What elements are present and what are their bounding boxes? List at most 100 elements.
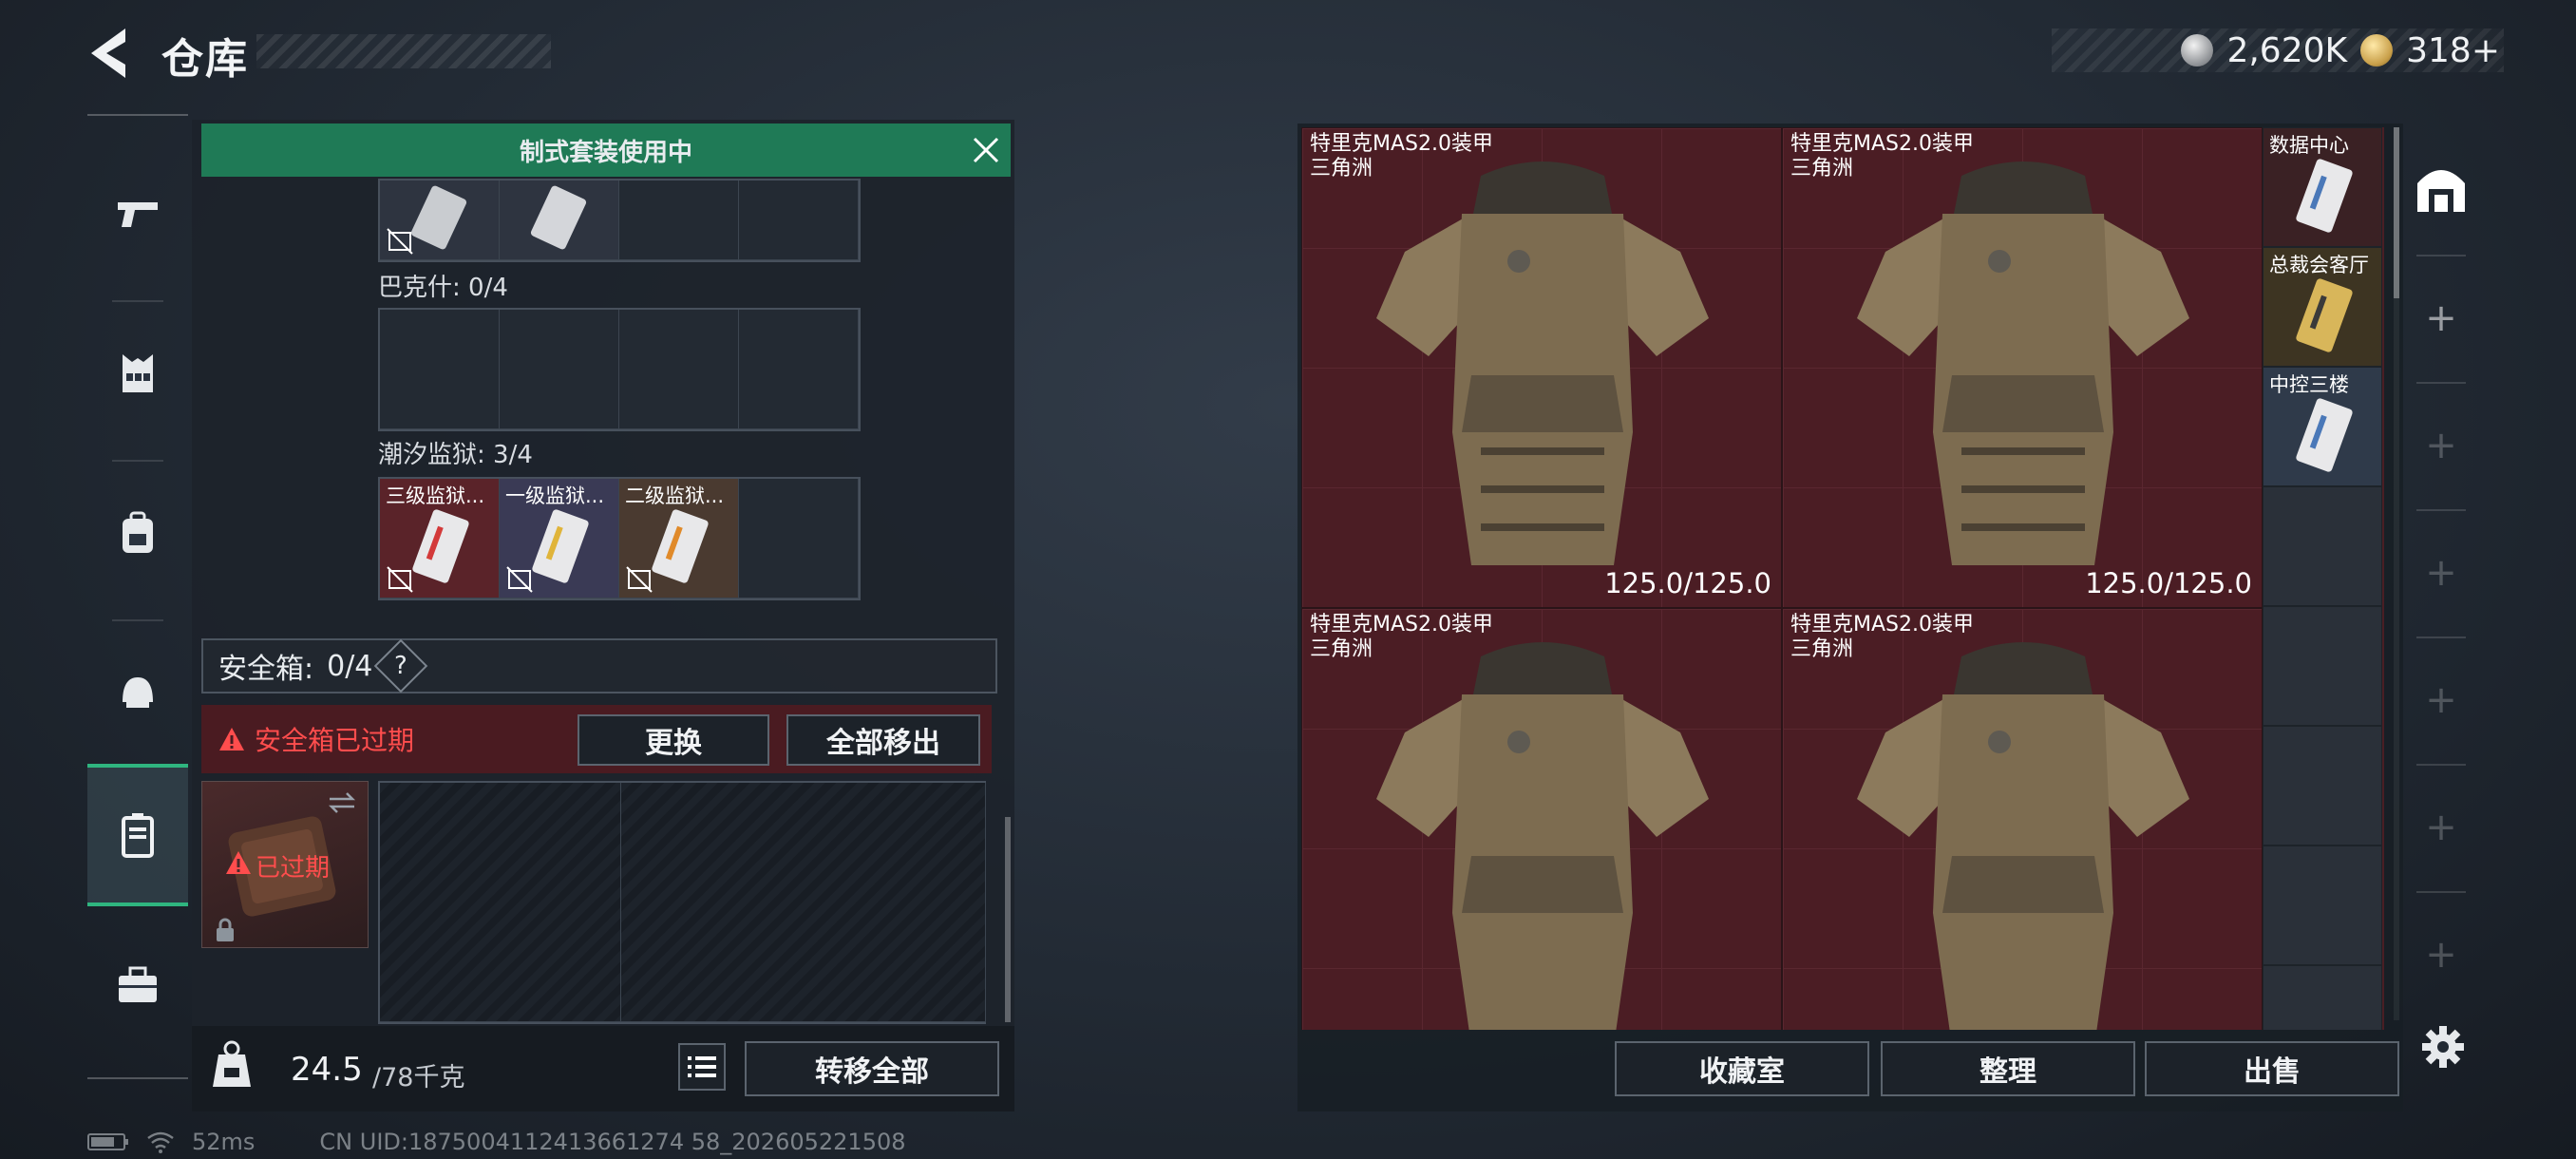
page-title: 仓库 [161,35,249,84]
gear-icon[interactable] [2420,1024,2466,1070]
key-card[interactable] [500,180,619,260]
gold-coin-amount[interactable]: 318+ [2406,31,2500,70]
armor-item[interactable]: 特里克MAS2.0装甲 三角洲 125.0/125.0 [1782,127,2263,608]
stash-scroll-thumb[interactable] [2394,127,2399,298]
empty-slot[interactable] [2263,606,2382,726]
equipment-nav [87,114,188,1079]
help-button[interactable]: ? [374,638,428,694]
keycard-icon [2296,159,2353,233]
stash-tab-add[interactable]: + [2407,766,2475,889]
body-armor-icon [1376,642,1709,1030]
keycard-icon [532,509,589,583]
plus-icon: + [2425,678,2457,722]
no-drop-icon [626,566,653,593]
key-grid-bakhsh [378,308,861,431]
warning-icon [219,728,244,750]
replace-button[interactable]: 更换 [578,714,769,766]
stash-tab-add[interactable]: + [2407,638,2475,762]
keycard-icon [530,185,587,250]
empty-slot[interactable] [619,310,739,429]
plus-icon: + [2425,933,2457,977]
key-card[interactable]: 数据中心 [2263,127,2382,247]
safebox-expired-text: 安全箱已过期 [255,725,415,756]
empty-slot[interactable] [2263,486,2382,606]
key-grid-top [378,179,861,262]
battery-icon [87,1133,128,1150]
key-card[interactable]: 二级监狱... [619,479,739,598]
safebox-label: 安全箱: [218,653,314,686]
armor-durability: 125.0/125.0 [1604,567,1771,599]
empty-slot[interactable] [380,310,500,429]
safebox-item[interactable]: 已过期 [201,781,369,948]
key-card[interactable] [380,180,500,260]
keycard-icon [652,509,709,583]
move-all-out-button[interactable]: 全部移出 [786,714,980,766]
safebox-count: 0/4 [327,649,373,683]
stash-tab-main[interactable] [2407,124,2475,253]
empty-slot[interactable] [2263,965,2382,1030]
back-icon[interactable] [87,27,135,80]
swap-icon[interactable] [328,791,356,814]
plus-icon: + [2425,296,2457,340]
key-card[interactable]: 一级监狱... [500,479,619,598]
safebox-icon [122,813,154,858]
silver-coin-amount[interactable]: 2,620K [2226,31,2347,70]
body-armor-icon [1376,162,1709,565]
key-card[interactable]: 中控三楼 [2263,367,2382,486]
no-drop-icon [387,566,413,593]
title-decoration [256,34,551,68]
armor-item[interactable]: 特里克MAS2.0装甲 三角洲 [1301,608,1782,1030]
plus-icon: + [2425,424,2457,467]
sell-button[interactable]: 出售 [2145,1041,2399,1096]
key-card[interactable]: 总裁会客厅 [2263,247,2382,367]
empty-slot[interactable] [739,310,859,429]
key-card[interactable]: 三级监狱... [380,479,500,598]
pistol-icon [118,202,158,227]
nav-safebox[interactable] [87,764,188,906]
nav-toolbox[interactable] [87,914,188,1056]
close-icon[interactable] [967,131,1005,169]
left-scrollbar[interactable] [1005,817,1011,1022]
armor-item[interactable]: 特里克MAS2.0装甲 三角洲 125.0/125.0 [1301,127,1782,608]
status-bar: 52ms CN UID:1875004112413661274 58_20260… [87,1129,906,1155]
empty-slot[interactable] [2263,726,2382,846]
warning-icon [226,851,251,874]
nav-backpack[interactable] [87,462,188,604]
armor-durability: 125.0/125.0 [2085,567,2252,599]
empty-slot[interactable] [619,180,739,260]
collection-room-button[interactable]: 收藏室 [1615,1041,1869,1096]
key-grid-tide-prison: 三级监狱... 一级监狱... 二级监狱... [378,477,861,600]
keycard-icon [410,185,467,250]
empty-slot[interactable] [500,310,619,429]
helmet-icon [123,677,153,708]
empty-slot[interactable] [2263,846,2382,965]
sort-button[interactable]: 整理 [1881,1041,2135,1096]
section-label-bakhsh: 巴克什: 0/4 [378,274,508,302]
uid-text: CN UID:1875004112413661274 58_2026052215… [319,1129,906,1155]
expired-label: 已过期 [256,854,331,883]
plus-icon: + [2425,551,2457,595]
stash-tab-add[interactable]: + [2407,511,2475,635]
nav-weapon[interactable] [87,142,188,285]
stash-grid: 特里克MAS2.0装甲 三角洲 125.0/125.0 特里克MAS2.0装甲 三角… [1301,127,2384,1030]
keycard-icon [2296,278,2353,352]
keycard-icon [2296,398,2353,472]
stash-page-tabs: + + + + + + [2407,124,2475,1026]
stash-tab-add[interactable]: + [2407,384,2475,507]
nav-chest-rig[interactable] [87,302,188,445]
plus-icon: + [2425,806,2457,849]
transfer-all-button[interactable]: 转移全部 [745,1041,999,1096]
list-view-button[interactable] [678,1043,726,1091]
armor-item[interactable]: 特里克MAS2.0装甲 三角洲 [1782,608,2263,1030]
empty-slot[interactable] [739,180,859,260]
toolbox-icon [119,966,157,1002]
nav-helmet[interactable] [87,621,188,764]
keycard-icon [412,509,469,583]
safebox-header: 安全箱: 0/4 ? [201,638,997,694]
locked-slot [621,783,986,1022]
kit-in-use-banner: 制式套装使用中 [201,124,1011,177]
stash-tab-add[interactable]: + [2407,256,2475,380]
empty-slot[interactable] [739,479,859,598]
stash-tab-add[interactable]: + [2407,893,2475,1016]
locked-slot [380,783,621,1022]
